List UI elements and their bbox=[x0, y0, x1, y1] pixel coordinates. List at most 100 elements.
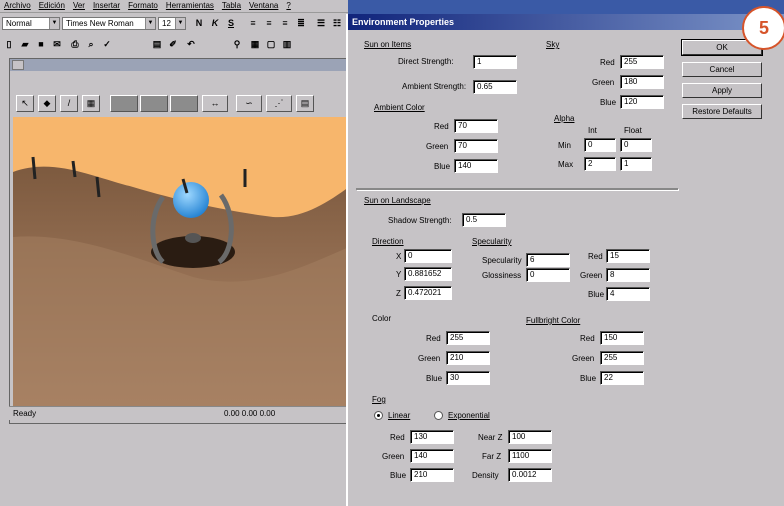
shadow-strength-field[interactable]: 0.5 bbox=[462, 213, 506, 227]
coordinate-readout: 0.00 0.00 0.00 bbox=[224, 409, 276, 418]
specularity-field[interactable]: 6 bbox=[526, 253, 570, 267]
bullet-list-icon[interactable]: ☷ bbox=[330, 16, 344, 30]
print-icon[interactable]: ⎙ bbox=[68, 37, 82, 51]
select-arrow-icon[interactable]: ↖ bbox=[16, 95, 34, 112]
sky-red-field[interactable]: 255 bbox=[620, 55, 664, 69]
menu-herramientas[interactable]: Herramientas bbox=[162, 0, 218, 11]
fog-red-field[interactable]: 130 bbox=[410, 430, 454, 444]
3d-viewport[interactable] bbox=[13, 117, 349, 407]
align-right-icon[interactable]: ≡ bbox=[278, 16, 292, 30]
color-red-field[interactable]: 255 bbox=[446, 331, 490, 345]
more-tools-icon[interactable]: ▤ bbox=[296, 95, 314, 112]
undo-icon[interactable]: ↶ bbox=[184, 37, 198, 51]
alpha-min-int-field[interactable]: 0 bbox=[584, 138, 616, 152]
ambient-green-label: Green bbox=[426, 142, 449, 151]
window-menu-icon[interactable] bbox=[12, 60, 24, 70]
direction-y-field[interactable]: 0.881652 bbox=[404, 267, 452, 281]
align-center-icon[interactable]: ≡ bbox=[262, 16, 276, 30]
spec-blue-field[interactable]: 4 bbox=[606, 287, 650, 301]
insert-table-icon[interactable]: ▢ bbox=[264, 37, 278, 51]
menu-archivo[interactable]: Archivo bbox=[0, 0, 35, 11]
direct-strength-field[interactable]: 1 bbox=[473, 55, 517, 69]
alpha-int-label: Int bbox=[588, 126, 597, 135]
fullbright-green-field[interactable]: 255 bbox=[600, 351, 644, 365]
ambient-strength-field[interactable]: 0.65 bbox=[473, 80, 517, 94]
fog-blue-label: Blue bbox=[390, 471, 407, 480]
measure-tool-icon[interactable]: ↔ bbox=[202, 95, 228, 112]
menu-insertar[interactable]: Insertar bbox=[89, 0, 124, 11]
far-z-field[interactable]: 1100 bbox=[508, 449, 552, 463]
sky-blue-field[interactable]: 120 bbox=[620, 95, 664, 109]
ambient-strength-label: Ambient Strength: bbox=[402, 82, 467, 91]
wave-tool-icon[interactable]: ∽ bbox=[236, 95, 262, 112]
align-left-icon[interactable]: ≡ bbox=[246, 16, 260, 30]
apply-button[interactable]: Apply bbox=[682, 83, 762, 98]
email-icon[interactable]: ✉ bbox=[50, 37, 64, 51]
linear-label: Linear bbox=[388, 411, 411, 420]
print-preview-icon[interactable]: ⌕ bbox=[84, 37, 98, 51]
alpha-max-int-field[interactable]: 2 bbox=[584, 157, 616, 171]
paste-icon[interactable]: ▤ bbox=[150, 37, 164, 51]
menu-edicion[interactable]: Edición bbox=[35, 0, 69, 11]
sky-red-label: Red bbox=[600, 58, 615, 67]
menu-bar: Archivo Edición Ver Insertar Formato Herramie… bbox=[0, 0, 348, 13]
texture-tool-2-icon[interactable] bbox=[140, 95, 168, 112]
style-combo[interactable]: Normal ▼ bbox=[2, 17, 60, 30]
fullbright-blue-field[interactable]: 22 bbox=[600, 371, 644, 385]
fullbright-red-label: Red bbox=[580, 334, 595, 343]
size-combo[interactable]: 12 ▼ bbox=[158, 17, 186, 30]
columns-icon[interactable]: ▥ bbox=[280, 37, 294, 51]
sky-green-label: Green bbox=[592, 78, 615, 87]
color-blue-field[interactable]: 30 bbox=[446, 371, 490, 385]
direction-z-field[interactable]: 0.472021 bbox=[404, 286, 452, 300]
ambient-blue-field[interactable]: 140 bbox=[454, 159, 498, 173]
spelling-icon[interactable]: ✓ bbox=[100, 37, 114, 51]
spec-red-field[interactable]: 15 bbox=[606, 249, 650, 263]
texture-tool-3-icon[interactable] bbox=[170, 95, 198, 112]
direction-x-field[interactable]: 0 bbox=[404, 249, 452, 263]
ambient-red-field[interactable]: 70 bbox=[454, 119, 498, 133]
new-document-icon[interactable]: ▯ bbox=[2, 37, 16, 51]
fog-green-field[interactable]: 140 bbox=[410, 449, 454, 463]
font-combo[interactable]: Times New Roman ▼ bbox=[62, 17, 156, 30]
fog-blue-field[interactable]: 210 bbox=[410, 468, 454, 482]
justify-icon[interactable]: ≣ bbox=[294, 16, 308, 30]
alpha-max-float-field[interactable]: 1 bbox=[620, 157, 652, 171]
density-field[interactable]: 0.0012 bbox=[508, 468, 552, 482]
italic-button[interactable]: K bbox=[208, 16, 222, 30]
ambient-green-field[interactable]: 70 bbox=[454, 139, 498, 153]
exponential-radio[interactable] bbox=[434, 411, 443, 420]
diamond-tool-icon[interactable]: ◆ bbox=[38, 95, 56, 112]
sky-green-field[interactable]: 180 bbox=[620, 75, 664, 89]
menu-help[interactable]: ? bbox=[282, 0, 294, 11]
numbered-list-icon[interactable]: ☰ bbox=[314, 16, 328, 30]
save-icon[interactable]: ■ bbox=[34, 37, 48, 51]
line-tool-icon[interactable]: / bbox=[60, 95, 78, 112]
texture-tool-1-icon[interactable] bbox=[110, 95, 138, 112]
glossiness-field[interactable]: 0 bbox=[526, 268, 570, 282]
menu-formato[interactable]: Formato bbox=[124, 0, 162, 11]
spec-green-field[interactable]: 8 bbox=[606, 268, 650, 282]
tables-borders-icon[interactable]: ▦ bbox=[248, 37, 262, 51]
cancel-button[interactable]: Cancel bbox=[682, 62, 762, 77]
linear-radio[interactable] bbox=[374, 411, 383, 420]
menu-ventana[interactable]: Ventana bbox=[245, 0, 282, 11]
near-z-label: Near Z bbox=[478, 433, 503, 442]
hyperlink-icon[interactable]: ⚲ bbox=[230, 37, 244, 51]
editor-titlebar bbox=[10, 59, 347, 71]
menu-tabla[interactable]: Tabla bbox=[218, 0, 245, 11]
near-z-field[interactable]: 100 bbox=[508, 430, 552, 444]
size-combo-value: 12 bbox=[162, 19, 171, 28]
bold-button[interactable]: N bbox=[192, 16, 206, 30]
restore-defaults-button[interactable]: Restore Defaults bbox=[682, 104, 762, 119]
underline-button[interactable]: S bbox=[224, 16, 238, 30]
menu-ver[interactable]: Ver bbox=[69, 0, 89, 11]
exponential-label: Exponential bbox=[448, 411, 490, 420]
fullbright-red-field[interactable]: 150 bbox=[600, 331, 644, 345]
alpha-min-float-field[interactable]: 0 bbox=[620, 138, 652, 152]
slope-tool-icon[interactable]: ⋰ bbox=[266, 95, 292, 112]
format-painter-icon[interactable]: ✐ bbox=[166, 37, 180, 51]
color-green-field[interactable]: 210 bbox=[446, 351, 490, 365]
block-tool-icon[interactable]: ▦ bbox=[82, 95, 100, 112]
open-folder-icon[interactable]: ▰ bbox=[18, 37, 32, 51]
